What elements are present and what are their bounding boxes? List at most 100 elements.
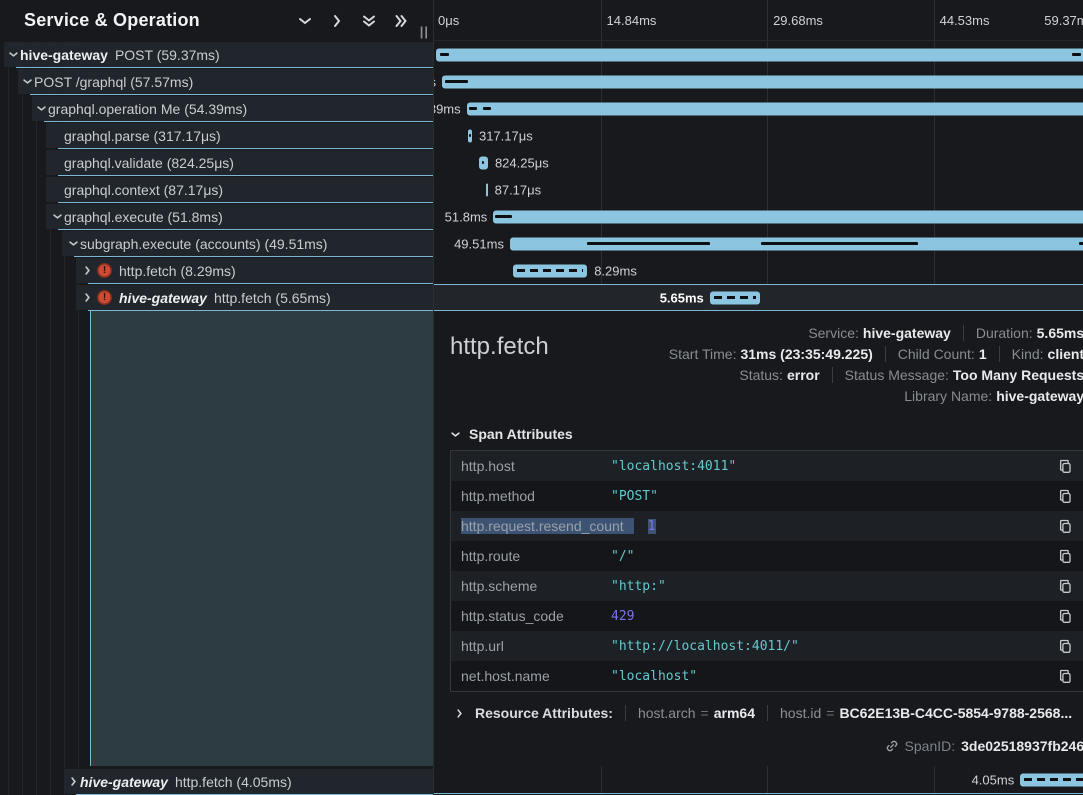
span-bar-row: 317.17μs [434, 122, 1083, 149]
copy-icon[interactable] [1058, 579, 1073, 594]
link-icon[interactable] [885, 739, 899, 753]
span-id-row: SpanID: 3de02518937fb246 [450, 738, 1083, 756]
span-bar[interactable] [1020, 773, 1083, 786]
chevron-down-icon[interactable] [20, 76, 34, 87]
meta-kind: Kind:client [999, 346, 1083, 362]
meta-status-message: Status Message:Too Many Requests [832, 367, 1083, 383]
service-name: hive-gateway [80, 774, 168, 790]
span-tree-panel: Service & Operation || hive-gateway POST… [0, 0, 434, 795]
duration-label: 49.51ms [454, 236, 504, 251]
service-name: hive-gateway [20, 47, 108, 63]
tree-row-graphql-validate[interactable]: graphql.validate (824.25μs) [0, 149, 433, 176]
column-resize-handle[interactable]: || [420, 24, 429, 39]
span-bar[interactable] [510, 237, 1083, 250]
copy-icon[interactable] [1058, 489, 1073, 504]
span-bar-row: 57.57ms [434, 68, 1083, 95]
span-label: subgraph.execute (accounts) (49.51ms) [80, 236, 327, 252]
span-label: POST (59.37ms) [115, 47, 220, 63]
tree-row-graphql-parse[interactable]: graphql.parse (317.17μs) [0, 122, 433, 149]
span-bar[interactable] [479, 156, 488, 169]
attr-row-http-host: http.host "localhost:4011" [451, 451, 1083, 481]
ruler-tick: 44.53ms [940, 13, 990, 28]
copy-icon[interactable] [1058, 669, 1073, 684]
span-bar[interactable] [467, 102, 1083, 115]
resource-attributes-heading[interactable]: Resource Attributes: [475, 705, 613, 721]
tree-row-post-graphql[interactable]: POST /graphql (57.57ms) [0, 68, 433, 95]
span-bar[interactable] [493, 210, 1083, 223]
tree-header: Service & Operation || [0, 0, 433, 41]
error-icon: ! [97, 290, 112, 305]
chevron-down-icon[interactable] [6, 49, 20, 60]
span-label: graphql.validate (824.25μs) [64, 155, 234, 171]
span-id-value: 3de02518937fb246 [961, 738, 1083, 754]
tree-row-graphql-operation[interactable]: graphql.operation Me (54.39ms) [0, 95, 433, 122]
span-attributes-table: http.host "localhost:4011" http.method "… [450, 450, 1083, 692]
meta-duration: Duration:5.65ms [963, 325, 1083, 341]
span-bar-row: 87.17μs [434, 176, 1083, 203]
panel-title: Service & Operation [24, 10, 200, 31]
tree-body: hive-gateway POST (59.37ms) POST /graphq… [0, 41, 433, 795]
copy-icon[interactable] [1058, 519, 1073, 534]
tree-row-http-fetch-4ms[interactable]: hive-gateway http.fetch (4.05ms) [0, 768, 433, 795]
attr-row-status-code: http.status_code 429 [451, 601, 1083, 631]
chevron-right-icon[interactable] [80, 265, 94, 276]
span-attributes-toggle[interactable]: Span Attributes [450, 426, 1083, 442]
tree-row-http-fetch-8ms[interactable]: ! http.fetch (8.29ms) [0, 257, 433, 284]
span-bar-row: 51.8ms [434, 203, 1083, 230]
child-span-mark [440, 53, 449, 56]
child-span-mark [469, 134, 471, 137]
attr-row-http-method: http.method "POST" [451, 481, 1083, 511]
ruler-tick: 29.68ms [773, 13, 823, 28]
tree-row-subgraph-execute[interactable]: subgraph.execute (accounts) (49.51ms) [0, 230, 433, 257]
expand-one-icon[interactable] [329, 13, 345, 29]
meta-status: Status:error [727, 367, 831, 383]
span-bar-row: 824.25μs [434, 149, 1083, 176]
span-bar[interactable] [442, 75, 1083, 88]
span-bar[interactable] [468, 129, 472, 142]
span-bar-row: 8.29ms [434, 257, 1083, 284]
span-bar-row-selected: 5.65ms [434, 284, 1083, 311]
attr-row-http-route: http.route "/" [451, 541, 1083, 571]
trace-viewer: Service & Operation || hive-gateway POST… [0, 0, 1083, 795]
tree-row-hive-gateway-post[interactable]: hive-gateway POST (59.37ms) [0, 41, 433, 68]
span-bar[interactable] [486, 183, 488, 196]
tree-row-http-fetch-5ms-selected[interactable]: ! hive-gateway http.fetch (5.65ms) [0, 284, 433, 311]
span-bar[interactable] [513, 264, 587, 277]
chevron-right-icon[interactable] [454, 708, 465, 719]
attr-row-http-scheme: http.scheme "http:" [451, 571, 1083, 601]
duration-label: 4.05ms [972, 772, 1015, 787]
copy-icon[interactable] [1058, 609, 1073, 624]
collapse-one-icon[interactable] [297, 13, 313, 29]
duration-label: 54.39ms [434, 101, 461, 116]
chevron-down-icon[interactable] [34, 103, 48, 114]
resource-host-id: host.id=BC62E13B-C4CC-5854-9788-2568... [767, 705, 1083, 721]
span-bar-row: 4.05ms [434, 766, 1083, 793]
resource-attributes-row: Resource Attributes: host.arch=arm64 hos… [450, 705, 1083, 721]
span-bar[interactable] [710, 291, 761, 304]
tree-row-graphql-context[interactable]: graphql.context (87.17μs) [0, 176, 433, 203]
meta-library-name: Library Name:hive-gateway [892, 388, 1083, 404]
copy-icon[interactable] [1058, 639, 1073, 654]
expand-all-icon[interactable] [393, 13, 409, 29]
span-label: graphql.parse (317.17μs) [64, 128, 221, 144]
chevron-right-icon[interactable] [80, 292, 94, 303]
chevron-right-icon[interactable] [66, 776, 80, 787]
copy-icon[interactable] [1058, 459, 1073, 474]
span-bar-row [434, 41, 1083, 68]
child-span-mark [761, 242, 918, 245]
span-bar[interactable] [436, 48, 1083, 61]
chevron-down-icon[interactable] [50, 211, 64, 222]
span-detail-panel: http.fetch Service:hive-gateway Duration… [434, 311, 1083, 766]
duration-label: 824.25μs [495, 155, 549, 170]
copy-icon[interactable] [1058, 549, 1073, 564]
chevron-down-icon[interactable] [66, 238, 80, 249]
attr-row-resend-count: http.request.resend_count 1 [451, 511, 1083, 541]
service-name: hive-gateway [119, 290, 207, 306]
duration-label: 317.17μs [479, 128, 533, 143]
child-span-mark [483, 107, 490, 110]
collapse-all-icon[interactable] [361, 13, 377, 29]
tree-row-graphql-execute[interactable]: graphql.execute (51.8ms) [0, 203, 433, 230]
span-bars-area: 57.57ms 54.39ms 317.17μs 824.25μs 87.17μ… [434, 41, 1083, 311]
child-span-mark [495, 215, 512, 218]
ruler-tick: 0μs [438, 13, 459, 28]
